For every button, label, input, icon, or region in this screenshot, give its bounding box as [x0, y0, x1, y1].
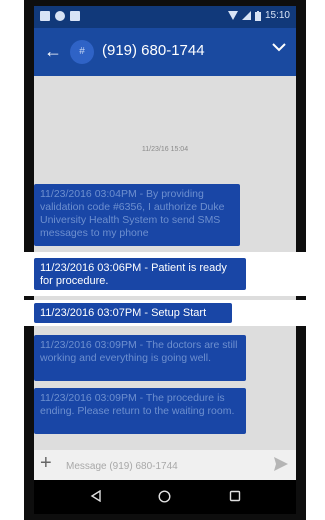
signal-icon: [241, 11, 251, 20]
composer-bar: +: [34, 450, 296, 480]
notification-icons: [40, 11, 80, 21]
message-bubble[interactable]: 11/23/2016 03:06PM - Patient is ready fo…: [34, 258, 246, 290]
message-bubble[interactable]: 11/23/2016 03:07PM - Setup Start: [34, 303, 232, 323]
nav-home-icon[interactable]: [158, 490, 171, 503]
chevron-down-icon[interactable]: [272, 42, 286, 52]
app-bar: ← # (919) 680-1744: [34, 28, 296, 76]
highlight-band: 11/23/2016 03:07PM - Setup Start: [0, 300, 325, 326]
battery-icon: [254, 10, 261, 21]
status-time: 15:10: [264, 10, 290, 21]
contact-avatar[interactable]: #: [70, 40, 94, 64]
back-arrow-icon[interactable]: ←: [44, 40, 62, 62]
message-bubble[interactable]: 11/23/2016 03:09PM - The procedure is en…: [34, 388, 246, 434]
message-input[interactable]: [64, 456, 258, 476]
status-bar: 15:10: [34, 6, 296, 28]
notification-icon: [70, 11, 80, 21]
wifi-icon: [227, 11, 238, 20]
message-bubble[interactable]: 11/23/2016 03:04PM - By providing valida…: [34, 184, 240, 246]
nav-recents-icon[interactable]: [229, 490, 241, 502]
conversation-timestamp: 11/23/16 15:04: [141, 146, 189, 153]
notification-icon: [40, 11, 50, 21]
highlight-band: 11/23/2016 03:06PM - Patient is ready fo…: [0, 252, 325, 296]
message-bubble[interactable]: 11/23/2016 03:09PM - The doctors are sti…: [34, 335, 246, 381]
contact-number[interactable]: (919) 680-1744: [102, 42, 205, 59]
notification-icon: [55, 11, 65, 21]
send-icon[interactable]: [274, 457, 288, 471]
add-attachment-icon[interactable]: +: [40, 452, 52, 475]
system-nav-bar: [34, 480, 296, 514]
nav-back-icon[interactable]: [90, 490, 102, 502]
